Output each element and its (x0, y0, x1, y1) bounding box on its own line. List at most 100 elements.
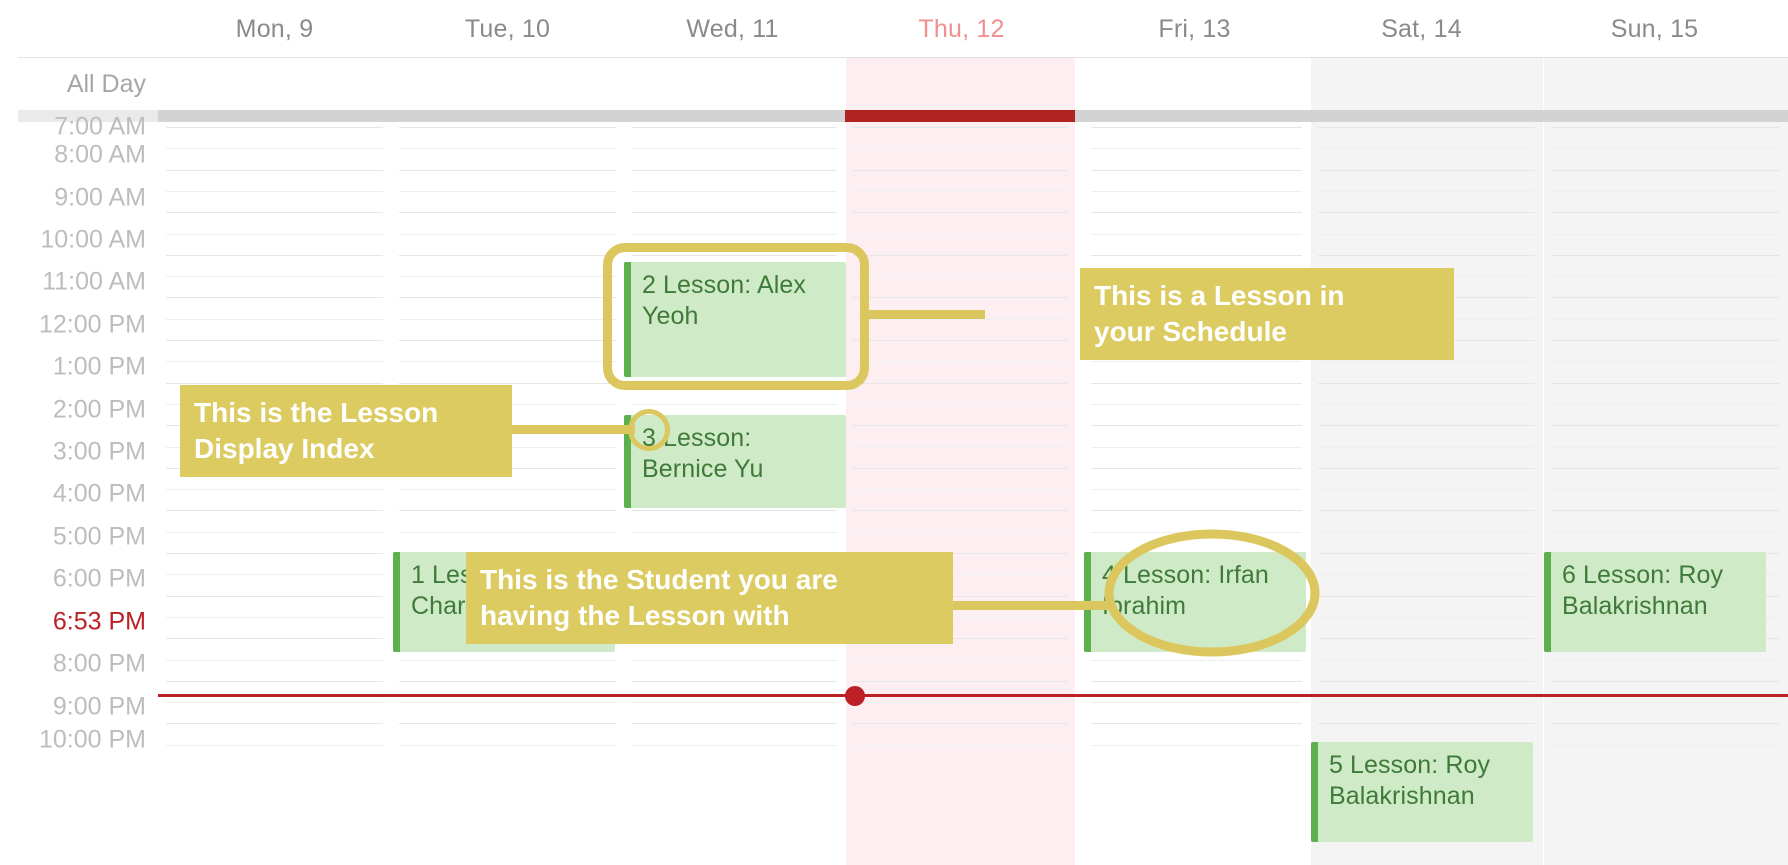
grid-line (399, 383, 616, 384)
grid-line (1551, 723, 1780, 724)
grid-line (1318, 404, 1535, 405)
event-lesson-3[interactable]: 3 Lesson: Bernice Yu (624, 415, 846, 508)
grid-line (1551, 276, 1780, 277)
day-column-thu-today[interactable] (845, 58, 1075, 865)
grid-line (399, 532, 616, 533)
grid-line (853, 234, 1067, 235)
day-header-fri[interactable]: Fri, 13 (1078, 0, 1311, 58)
day-header-wed[interactable]: Wed, 11 (616, 0, 849, 58)
grid-line (853, 276, 1067, 277)
grid-line (1091, 361, 1302, 362)
grid-line (399, 745, 616, 746)
column-sep-7 (1543, 122, 1544, 865)
grid-line (166, 638, 383, 639)
day-header-tue[interactable]: Tue, 10 (391, 0, 624, 58)
grid-line (399, 212, 616, 213)
grid-line (166, 297, 383, 298)
connector-index-annotation (510, 425, 635, 434)
time-label-1600: 4:00 PM (52, 479, 146, 508)
grid-line (399, 297, 616, 298)
header-underline (18, 57, 1788, 58)
grid-line (632, 383, 837, 384)
grid-line (1318, 617, 1535, 618)
grid-line (1318, 361, 1535, 362)
time-label-0900: 9:00 AM (54, 183, 146, 212)
grid-line (1551, 532, 1780, 533)
grid-line (632, 660, 837, 661)
grid-line (399, 361, 616, 362)
grid-line (853, 212, 1067, 213)
grid-line (1318, 148, 1535, 149)
grid-line (632, 510, 837, 511)
grid-line (853, 148, 1067, 149)
grid-line (1318, 723, 1535, 724)
event-lesson-6[interactable]: 6 Lesson: Roy Balakrishnan (1544, 552, 1766, 652)
grid-line (632, 234, 837, 235)
grid-line (166, 383, 383, 384)
day-column-fri[interactable] (1083, 58, 1316, 865)
time-gutter: 7:00 AM 8:00 AM 9:00 AM 10:00 AM 11:00 A… (0, 0, 158, 865)
grid-line (1318, 638, 1535, 639)
grid-line (399, 319, 616, 320)
grid-line (632, 745, 837, 746)
day-header-sun[interactable]: Sun, 15 (1538, 0, 1771, 58)
grid-line (166, 532, 383, 533)
grid-line (632, 127, 837, 128)
grid-line (1318, 212, 1535, 213)
day-header-sat[interactable]: Sat, 14 (1305, 0, 1538, 58)
grid-line (166, 276, 383, 277)
grid-line (1091, 489, 1302, 490)
grid-line (632, 532, 837, 533)
grid-line (1551, 191, 1780, 192)
time-label-1800: 6:00 PM (52, 564, 146, 593)
grid-line (166, 660, 383, 661)
grid-line (632, 702, 837, 703)
time-label-2100: 9:00 PM (52, 692, 146, 721)
grid-line (1551, 489, 1780, 490)
grid-line (853, 340, 1067, 341)
day-header-thu[interactable]: Thu, 12 (845, 0, 1078, 58)
grid-line (166, 170, 383, 171)
grid-line (399, 702, 616, 703)
grid-line (853, 681, 1067, 682)
column-sep-2 (391, 122, 392, 865)
time-label-1700: 5:00 PM (52, 522, 146, 551)
grid-line (853, 297, 1067, 298)
grid-line (1318, 532, 1535, 533)
grid-line (1318, 596, 1535, 597)
grid-line (853, 489, 1067, 490)
event-lesson-5[interactable]: 5 Lesson: Roy Balakrishnan (1311, 742, 1533, 842)
time-label-2200: 10:00 PM (38, 725, 146, 754)
connector-student-annotation (950, 601, 1110, 610)
grid-line (1318, 127, 1535, 128)
grid-line (632, 723, 837, 724)
grid-line (1318, 170, 1535, 171)
grid-line (853, 383, 1067, 384)
grid-line (1551, 660, 1780, 661)
day-header-mon[interactable]: Mon, 9 (158, 0, 391, 58)
grid-line (1318, 660, 1535, 661)
grid-line (1091, 127, 1302, 128)
grid-line (166, 681, 383, 682)
grid-line (1318, 447, 1535, 448)
allday-divider-today-marker (845, 110, 1075, 122)
annotation-display-index: This is the Lesson Display Index (180, 385, 512, 477)
grid-line (853, 510, 1067, 511)
annotation-lesson: This is a Lesson in your Schedule (1080, 268, 1454, 360)
time-label-1100: 11:00 AM (42, 267, 146, 296)
grid-line (166, 319, 383, 320)
grid-line (853, 319, 1067, 320)
day-column-sun[interactable] (1543, 58, 1788, 865)
grid-line (1318, 191, 1535, 192)
grid-line (1091, 681, 1302, 682)
grid-line (1318, 234, 1535, 235)
grid-line (853, 425, 1067, 426)
event-lesson-2[interactable]: 2 Lesson: Alex Yeoh (624, 262, 846, 377)
grid-line (166, 553, 383, 554)
grid-line (166, 723, 383, 724)
event-lesson-4[interactable]: 4 Lesson: Irfan Ibrahim (1084, 552, 1306, 652)
column-sep-1 (158, 122, 159, 865)
grid-line (1551, 702, 1780, 703)
time-label-1000: 10:00 AM (40, 225, 146, 254)
time-label-2000: 8:00 PM (52, 649, 146, 678)
